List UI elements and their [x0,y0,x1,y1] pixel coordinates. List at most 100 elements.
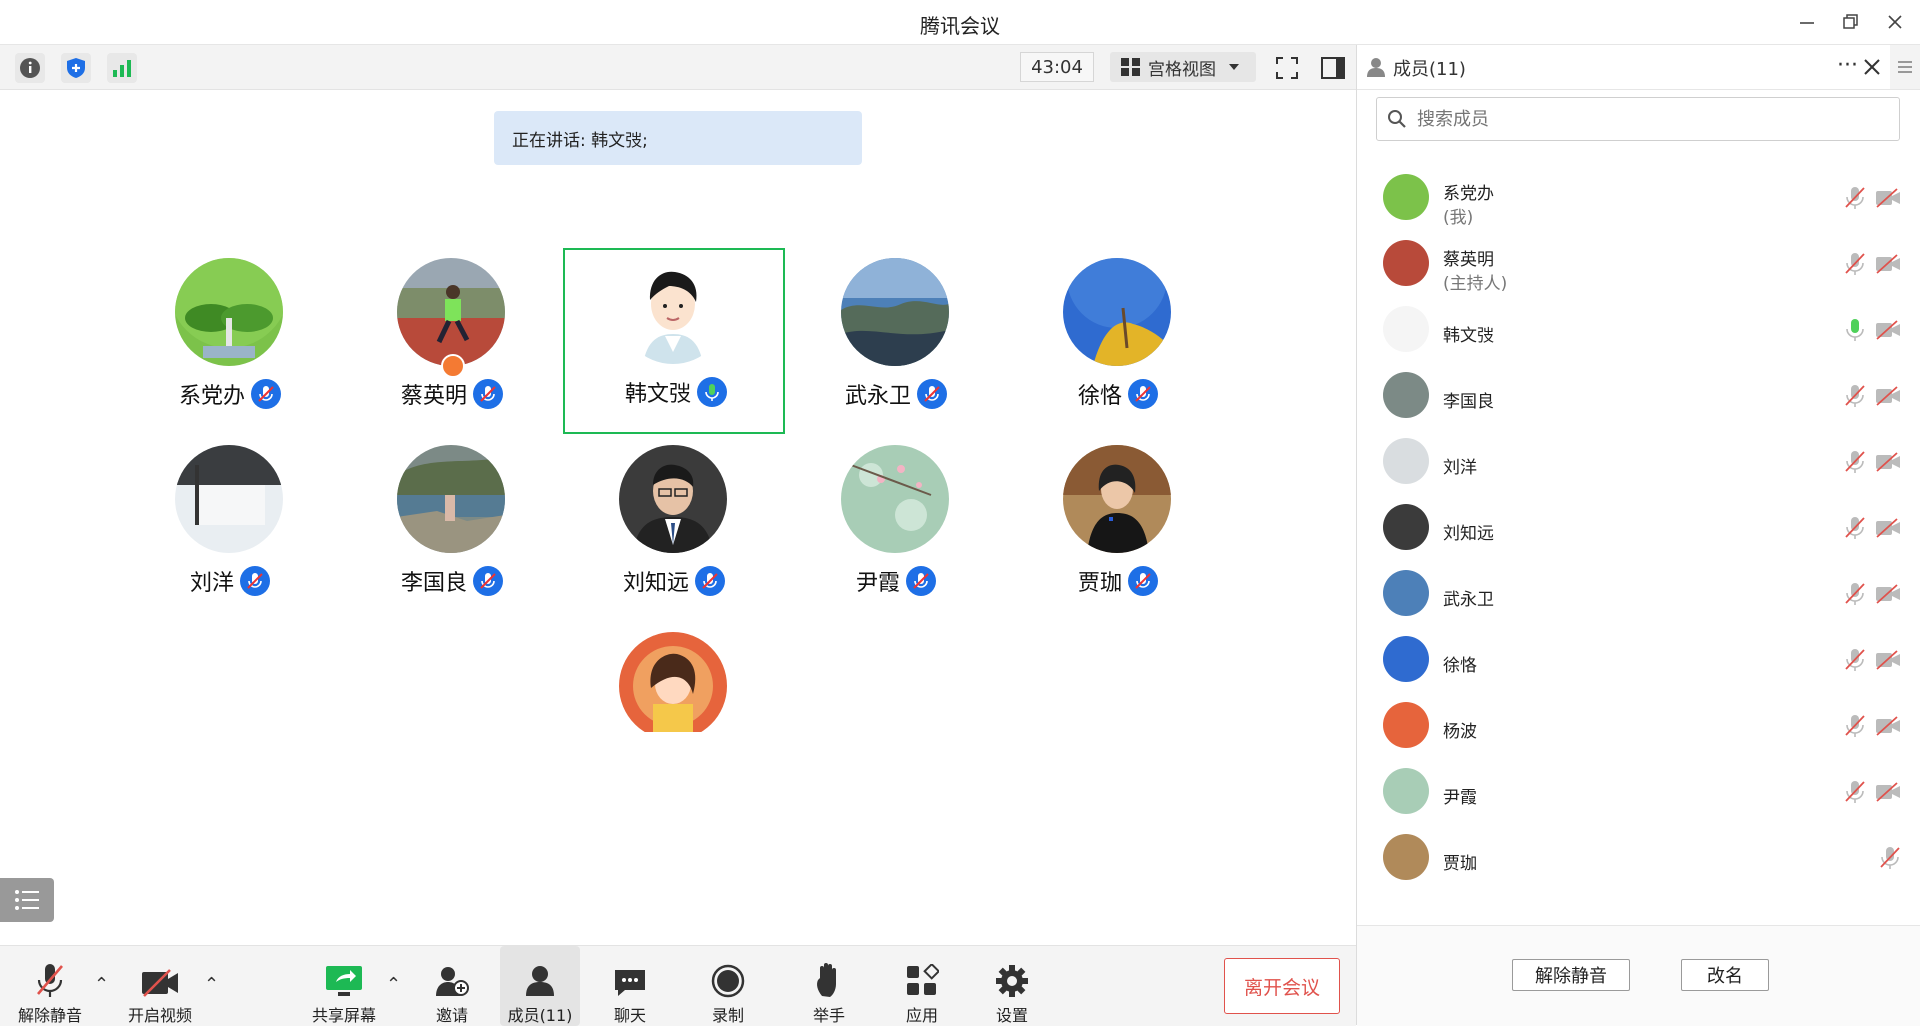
apps-button[interactable]: 应用 [890,946,954,1026]
member-avatar [1383,768,1429,814]
chat-button[interactable]: 聊天 [598,946,662,1026]
audio-options-chevron-icon[interactable]: ⌃ [94,974,109,995]
member-avatar [1383,306,1429,352]
member-avatar [1383,174,1429,220]
participant-tile[interactable] [563,624,785,732]
member-row[interactable]: 蔡英明 (主持人) [1357,231,1920,297]
mic-muted-icon[interactable] [1844,581,1866,607]
leave-meeting-button[interactable]: 离开会议 [1224,958,1340,1014]
mic-speaking-icon[interactable] [1844,317,1866,343]
info-icon[interactable] [15,53,45,83]
camera-off-icon[interactable] [1875,385,1901,407]
member-row[interactable]: 杨波 [1357,693,1920,759]
camera-off-icon[interactable] [1875,583,1901,605]
mic-muted-icon[interactable] [1844,713,1866,739]
mic-muted-icon[interactable] [1844,515,1866,541]
member-row[interactable]: 韩文弢 [1357,297,1920,363]
member-row[interactable]: 刘知远 [1357,495,1920,561]
member-avatar [1383,702,1429,748]
search-members-input[interactable] [1415,107,1879,131]
participant-tile[interactable]: 贾珈 [1007,437,1229,623]
mic-muted-icon [473,566,503,596]
restore-icon[interactable] [1836,8,1866,36]
unmute-button[interactable]: 解除静音 [10,946,90,1026]
participant-tile[interactable]: 徐恪 [1007,250,1229,436]
add-user-icon [436,967,469,996]
participant-tile[interactable]: 蔡英明 [341,250,563,436]
settings-button[interactable]: 设置 [980,946,1044,1026]
mic-muted-icon [906,566,936,596]
mic-muted-icon[interactable] [1844,251,1866,277]
camera-off-icon[interactable] [1875,649,1901,671]
mic-muted-icon[interactable] [1879,845,1901,871]
raise-hand-label: 举手 [812,1006,845,1025]
participant-name: 韩文弢 [624,382,691,407]
member-name: 系党办 [1443,184,1494,204]
unmute-all-button[interactable]: 解除静音 [1512,959,1630,991]
members-button[interactable]: 成员(11) [500,946,580,1026]
avatar [841,445,949,553]
member-row[interactable]: 李国良 [1357,363,1920,429]
participant-tile[interactable]: 武永卫 [785,250,1007,436]
participant-tile[interactable]: 系党办 [119,250,341,436]
start-video-label: 开启视频 [127,1006,192,1025]
camera-off-icon[interactable] [1875,253,1901,275]
network-signal-icon[interactable] [107,53,137,83]
search-members-box[interactable] [1376,97,1900,141]
camera-off-icon[interactable] [1875,319,1901,341]
participant-tile[interactable]: 刘知远 [563,437,785,623]
share-screen-button[interactable]: 共享屏幕 [304,946,384,1026]
member-row[interactable]: 贾珈 [1357,825,1920,891]
fullscreen-icon[interactable] [1272,53,1302,83]
camera-off-icon[interactable] [1875,715,1901,737]
person-icon [1367,58,1385,77]
camera-off-icon[interactable] [1875,781,1901,803]
camera-off-icon[interactable] [1875,187,1901,209]
mic-muted-icon [695,566,725,596]
apps-icon [907,964,939,995]
participant-name: 贾珈 [1077,571,1122,596]
share-screen-label: 共享屏幕 [311,1006,376,1025]
minimize-icon[interactable] [1792,8,1822,36]
member-row[interactable]: 刘洋 [1357,429,1920,495]
avatar [619,445,727,553]
close-icon[interactable] [1880,8,1910,36]
share-options-chevron-icon[interactable]: ⌃ [386,974,401,995]
mic-muted-icon[interactable] [1844,185,1866,211]
record-label: 录制 [711,1006,744,1025]
member-name: 杨波 [1443,722,1477,742]
record-button[interactable]: 录制 [696,946,760,1026]
participant-tile[interactable]: 李国良 [341,437,563,623]
list-toggle-button[interactable] [0,878,54,922]
members-icon [526,966,554,996]
member-row[interactable]: 系党办 (我) [1357,165,1920,231]
avatar [841,258,949,366]
rename-button[interactable]: 改名 [1681,959,1769,991]
invite-button[interactable]: 邀请 [420,946,484,1026]
side-panel-toggle-icon[interactable] [1318,53,1348,83]
video-options-chevron-icon[interactable]: ⌃ [204,974,219,995]
view-mode-select[interactable]: 宫格视图 [1110,52,1256,82]
participant-tile-active[interactable]: 韩文弢 [563,248,785,434]
side-menu-icon[interactable] [1890,45,1920,89]
avatar [1063,258,1171,366]
more-options-icon[interactable]: ··· [1837,53,1858,78]
start-video-button[interactable]: 开启视频 [120,946,200,1026]
close-panel-icon[interactable] [1863,58,1881,76]
mic-muted-icon[interactable] [1844,647,1866,673]
camera-off-icon[interactable] [1875,451,1901,473]
mic-muted-icon[interactable] [1844,449,1866,475]
security-shield-icon[interactable] [61,53,91,83]
grid-view-icon [1121,58,1140,76]
member-name: 徐恪 [1443,656,1477,676]
participant-tile[interactable]: 刘洋 [119,437,341,623]
member-row[interactable]: 武永卫 [1357,561,1920,627]
member-row[interactable]: 徐恪 [1357,627,1920,693]
mic-muted-icon [1128,379,1158,409]
member-row[interactable]: 尹霞 [1357,759,1920,825]
mic-muted-icon[interactable] [1844,383,1866,409]
camera-off-icon[interactable] [1875,517,1901,539]
participant-tile[interactable]: 尹霞 [785,437,1007,623]
mic-muted-icon[interactable] [1844,779,1866,805]
raise-hand-button[interactable]: 举手 [797,946,861,1026]
